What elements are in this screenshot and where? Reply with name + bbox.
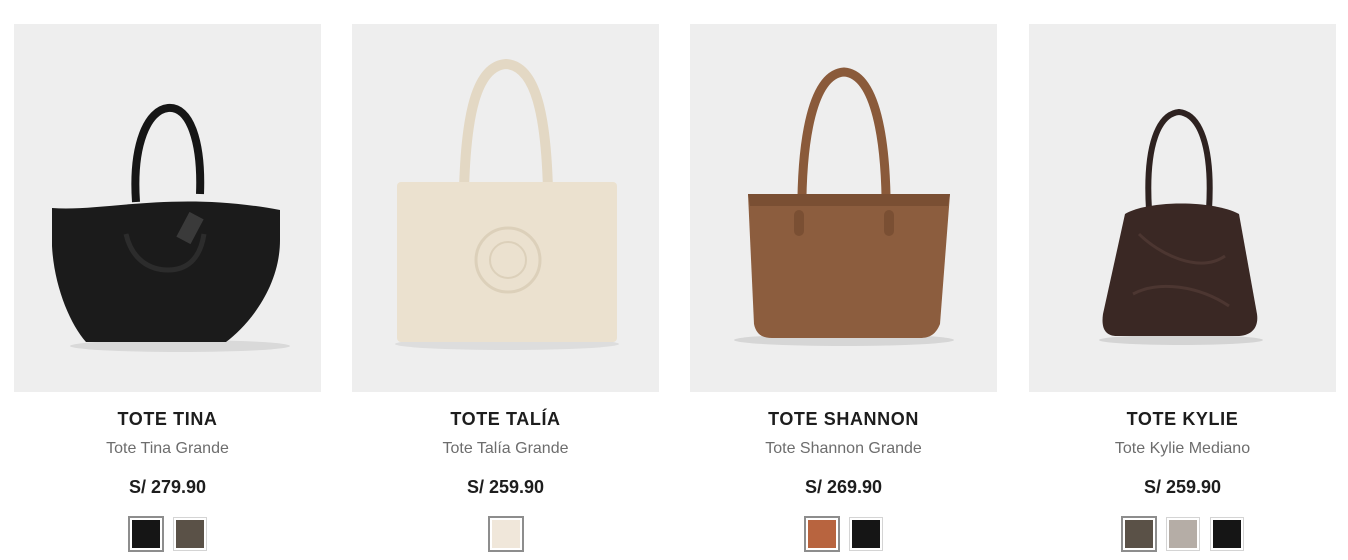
- product-price: S/ 259.90: [1143, 477, 1222, 497]
- product-card[interactable]: TOTE KYLIE Tote Kylie Mediano S/ 259.90: [1029, 0, 1336, 560]
- brown-tote-bag-icon: [734, 67, 954, 346]
- cream-tote-bag-icon: [395, 58, 619, 350]
- product-title[interactable]: TOTE TALÍA: [352, 409, 659, 430]
- product-image[interactable]: [352, 24, 659, 392]
- swatch-black[interactable]: [848, 517, 883, 551]
- product-subtitle: Tote Kylie Mediano: [1114, 440, 1251, 457]
- product-card[interactable]: TOTE TALÍA Tote Talía Grande S/ 259.90: [352, 0, 659, 560]
- product-image[interactable]: [1029, 24, 1336, 392]
- product-title[interactable]: TOTE SHANNON: [690, 409, 997, 430]
- product-price: S/ 259.90: [466, 477, 545, 497]
- swatch-black[interactable]: [1209, 517, 1244, 551]
- product-image[interactable]: [690, 24, 997, 392]
- product-title[interactable]: TOTE TINA: [14, 409, 321, 430]
- swatch-dark-taupe[interactable]: [1120, 516, 1157, 552]
- color-swatches: [690, 516, 997, 554]
- product-card[interactable]: TOTE TINA Tote Tina Grande S/ 279.90: [14, 0, 321, 560]
- swatch-black[interactable]: [127, 516, 164, 552]
- dark-brown-tote-bag-icon: [1099, 108, 1263, 345]
- product-subtitle: Tote Talía Grande: [442, 440, 569, 457]
- color-swatches: [352, 516, 659, 554]
- product-image[interactable]: [14, 24, 321, 392]
- product-subtitle: Tote Tina Grande: [106, 440, 229, 457]
- product-title[interactable]: TOTE KYLIE: [1029, 409, 1336, 430]
- black-tote-bag-icon: [52, 104, 290, 352]
- color-swatches: [14, 516, 321, 554]
- swatch-cream[interactable]: [487, 516, 524, 552]
- product-card[interactable]: TOTE SHANNON Tote Shannon Grande S/ 269.…: [690, 0, 997, 560]
- product-subtitle: Tote Shannon Grande: [765, 440, 922, 457]
- swatch-cognac[interactable]: [803, 516, 840, 552]
- color-swatches: [1029, 516, 1336, 554]
- swatch-greige[interactable]: [1165, 517, 1200, 551]
- product-price: S/ 269.90: [804, 477, 883, 497]
- product-price: S/ 279.90: [128, 477, 207, 497]
- swatch-taupe[interactable]: [172, 517, 207, 551]
